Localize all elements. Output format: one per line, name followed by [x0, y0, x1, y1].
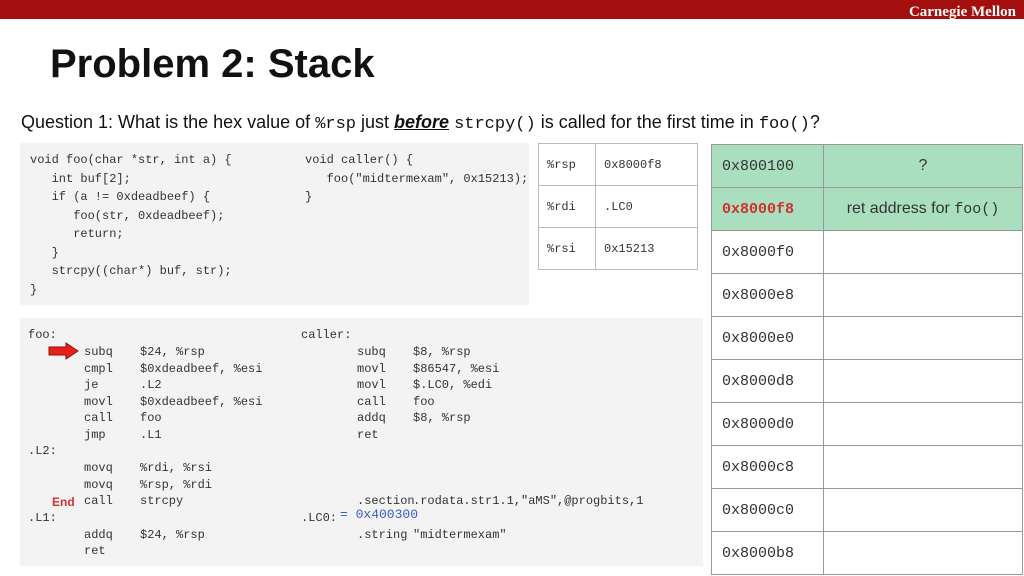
- register-value: 0x15213: [595, 227, 698, 270]
- stack-row: 0x800100 ?: [711, 144, 1023, 188]
- stack-row: 0x8000d8: [711, 359, 1023, 403]
- stack-address: 0x8000b8: [711, 531, 824, 575]
- asm-caller-operands: $8, %rsp $86547, %esi $.LC0, %edi foo $8…: [413, 345, 644, 542]
- stack-content[interactable]: [823, 316, 1023, 360]
- stack-content[interactable]: [823, 273, 1023, 317]
- register-name: %rsi: [538, 227, 596, 270]
- stack-address: 0x8000f8: [711, 187, 824, 231]
- lc0-address-note: = 0x400300: [340, 507, 419, 522]
- question-func2: foo(): [758, 115, 810, 134]
- stack-address: 0x8000d0: [711, 402, 824, 446]
- stack-row: 0x8000c8: [711, 445, 1023, 489]
- question-suffix: ?: [809, 112, 820, 132]
- stack-row: 0x8000e8: [711, 273, 1023, 317]
- stack-content[interactable]: [823, 531, 1023, 575]
- stack-address: 0x8000e8: [711, 273, 824, 317]
- register-row: %rsp 0x8000f8: [538, 143, 698, 186]
- current-instruction-arrow-icon: [48, 342, 79, 360]
- slide-title: Problem 2: Stack: [50, 42, 375, 86]
- register-row: %rsi 0x15213: [538, 227, 698, 270]
- stack-address: 0x8000f0: [711, 230, 824, 274]
- stack-address: 0x8000c0: [711, 488, 824, 532]
- question-prefix: Question 1: What is the hex value of: [21, 112, 311, 132]
- stack-row: 0x8000f0: [711, 230, 1023, 274]
- end-marker-label: End: [52, 495, 75, 509]
- stack-content[interactable]: [823, 230, 1023, 274]
- stack-row: 0x8000d0: [711, 402, 1023, 446]
- c-code-box: void foo(char *str, int a) { int buf[2];…: [20, 143, 529, 305]
- stack-content[interactable]: [823, 359, 1023, 403]
- top-bar: Carnegie Mellon: [0, 0, 1024, 20]
- question-word: just: [361, 112, 390, 132]
- register-row: %rdi .LC0: [538, 185, 698, 228]
- stack-row: 0x8000e0: [711, 316, 1023, 360]
- asm-foo-operands: $24, %rsp $0xdeadbeef, %esi .L2 $0xdeadb…: [140, 345, 263, 542]
- brand-label: Carnegie Mellon: [908, 4, 1016, 20]
- stack-content[interactable]: [823, 488, 1023, 532]
- stack-content-code: foo(): [954, 201, 1000, 218]
- stack-row: 0x8000b8: [711, 531, 1023, 575]
- stack-content-text: ret address for: [846, 200, 950, 217]
- stack-content: ret address for foo(): [823, 187, 1023, 231]
- question-register: %rsp: [315, 115, 356, 134]
- asm-foo-opcodes: subq cmpl je movl call jmp movq movq cal…: [84, 345, 113, 559]
- register-name: %rdi: [538, 185, 596, 228]
- register-value: 0x8000f8: [595, 143, 698, 186]
- stack-address: 0x8000d8: [711, 359, 824, 403]
- stack-address: 0x800100: [711, 144, 824, 188]
- assembly-box: foo: .L2: .L1: subq cmpl je movl call jm…: [20, 318, 703, 566]
- question-text: Question 1: What is the hex value of %rs…: [21, 112, 820, 134]
- stack-content[interactable]: [823, 402, 1023, 446]
- stack-address: 0x8000e0: [711, 316, 824, 360]
- asm-caller-labels: caller: .LC0:: [301, 328, 352, 525]
- question-func: strcpy(): [454, 115, 536, 134]
- question-emphasis: before: [394, 112, 450, 132]
- stack-table: 0x800100 ? 0x8000f8 ret address for foo(…: [711, 144, 1023, 575]
- stack-content: ?: [823, 144, 1023, 188]
- stack-address: 0x8000c8: [711, 445, 824, 489]
- register-name: %rsp: [538, 143, 596, 186]
- question-mid: is called for the first time in: [540, 112, 754, 132]
- stack-row: 0x8000c0: [711, 488, 1023, 532]
- stack-content[interactable]: [823, 445, 1023, 489]
- c-code-foo: void foo(char *str, int a) { int buf[2];…: [30, 153, 232, 297]
- c-code-caller: void caller() { foo("midtermexam", 0x152…: [305, 153, 529, 204]
- register-table: %rsp 0x8000f8 %rdi .LC0 %rsi 0x15213: [538, 143, 698, 270]
- stack-row: 0x8000f8 ret address for foo(): [711, 187, 1023, 231]
- register-value: .LC0: [595, 185, 698, 228]
